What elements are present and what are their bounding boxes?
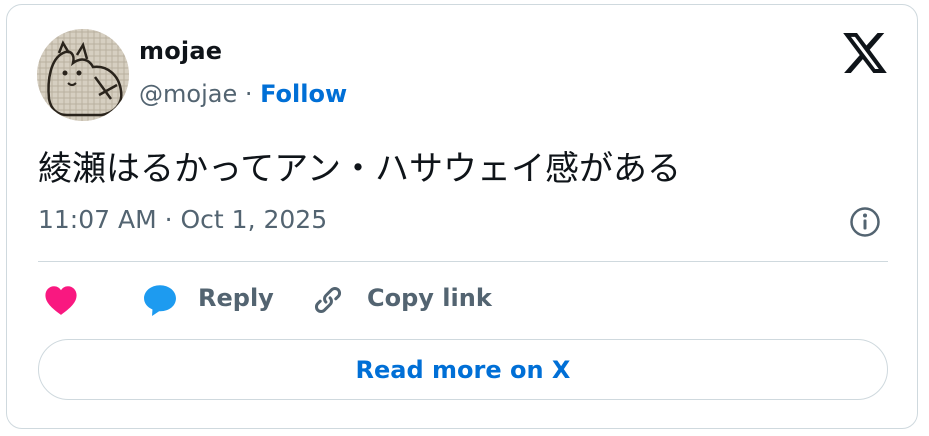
read-more-button[interactable]: Read more on X xyxy=(38,339,888,400)
author-name[interactable]: mojae xyxy=(139,37,222,65)
reply-bubble-icon[interactable] xyxy=(142,283,178,317)
tweet-actions: Reply Copy link xyxy=(38,278,888,324)
x-logo-icon[interactable] xyxy=(843,33,887,73)
author-handle-row: @mojae · Follow xyxy=(139,80,347,108)
info-icon[interactable] xyxy=(849,206,881,238)
tweet-text: 綾瀬はるかってアン・ハサウェイ感がある xyxy=(38,149,681,189)
link-icon[interactable] xyxy=(310,282,346,318)
reply-button[interactable]: Reply xyxy=(198,284,274,312)
copy-link-button[interactable]: Copy link xyxy=(367,284,492,312)
author-handle[interactable]: @mojae xyxy=(139,80,237,108)
divider xyxy=(38,261,888,262)
handle-separator: · xyxy=(237,80,261,108)
follow-button[interactable]: Follow xyxy=(260,80,347,108)
tweet-timestamp[interactable]: 11:07 AM · Oct 1, 2025 xyxy=(38,205,327,234)
heart-icon[interactable] xyxy=(44,284,78,316)
avatar[interactable] xyxy=(37,29,129,121)
